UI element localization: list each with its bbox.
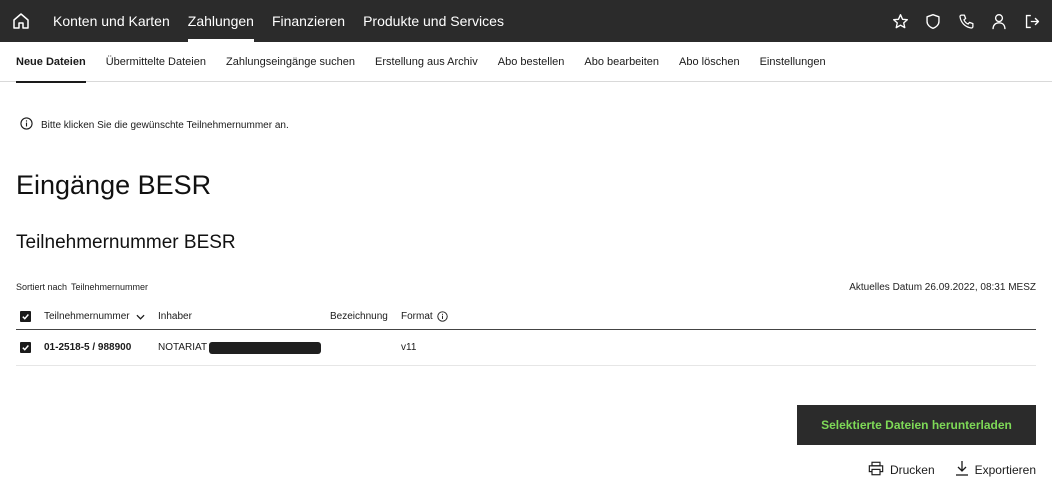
row-owner-text: NOTARIAT: [158, 342, 208, 353]
shield-icon[interactable]: [923, 11, 943, 31]
nav-zahlungen[interactable]: Zahlungen: [179, 0, 263, 42]
logout-icon[interactable]: [1022, 11, 1042, 31]
current-date: Aktuelles Datum 26.09.2022, 08:31 MESZ: [849, 282, 1036, 293]
info-icon: [20, 117, 33, 133]
column-header-nr[interactable]: Teilnehmernummer: [44, 311, 158, 322]
tab-abo-bearbeiten[interactable]: Abo bearbeiten: [574, 42, 669, 82]
phone-icon[interactable]: [956, 11, 976, 31]
table-row[interactable]: 01-2518-5 / 988900 NOTARIAT v11: [16, 330, 1036, 366]
sort-label: Sortiert nach: [16, 282, 68, 292]
user-icon[interactable]: [989, 11, 1009, 31]
export-label: Exportieren: [974, 462, 1036, 477]
printer-icon: [868, 461, 884, 479]
tab-einstellungen[interactable]: Einstellungen: [750, 42, 836, 82]
star-icon[interactable]: [890, 11, 910, 31]
column-header-format-label: Format: [401, 311, 433, 322]
page-title: Eingänge BESR: [16, 170, 212, 200]
main-navigation: Konten und Karten Zahlungen Finanzieren …: [44, 0, 513, 42]
tab-neue-dateien[interactable]: Neue Dateien: [6, 42, 96, 83]
tab-zahlungseingaenge-suchen[interactable]: Zahlungseingänge suchen: [216, 42, 365, 82]
nav-finanzieren[interactable]: Finanzieren: [263, 0, 354, 42]
export-button[interactable]: Exportieren: [955, 460, 1036, 479]
top-bar: Konten und Karten Zahlungen Finanzieren …: [0, 0, 1052, 42]
select-all-checkbox[interactable]: [20, 311, 31, 322]
home-icon[interactable]: [0, 0, 42, 42]
participant-table: Teilnehmernummer Inhaber Bezeichnung For…: [16, 304, 1036, 366]
footer-actions: Drucken Exportieren: [868, 460, 1036, 479]
tab-abo-bestellen[interactable]: Abo bestellen: [488, 42, 575, 82]
download-icon: [955, 460, 969, 479]
table-header: Teilnehmernummer Inhaber Bezeichnung For…: [16, 304, 1036, 330]
print-button[interactable]: Drucken: [868, 460, 935, 479]
nav-konten-und-karten[interactable]: Konten und Karten: [44, 0, 179, 42]
tab-erstellung-aus-archiv[interactable]: Erstellung aus Archiv: [365, 42, 488, 82]
tab-uebermittelte-dateien[interactable]: Übermittelte Dateien: [96, 42, 216, 82]
sort-info: Sortiert nach Teilnehmernummer: [16, 282, 148, 292]
format-info-icon[interactable]: [436, 311, 448, 322]
info-text: Bitte klicken Sie die gewünschte Teilneh…: [41, 119, 289, 131]
nav-produkte-und-services[interactable]: Produkte und Services: [354, 0, 513, 42]
section-title: Teilnehmernummer BESR: [16, 232, 236, 253]
download-selected-button[interactable]: Selektierte Dateien herunterladen: [797, 405, 1036, 445]
column-header-owner: Inhaber: [158, 311, 192, 322]
column-header-format: Format: [401, 311, 481, 322]
redaction-bar: [209, 341, 322, 354]
row-format: v11: [401, 342, 417, 353]
row-checkbox[interactable]: [20, 342, 31, 353]
chevron-down-icon[interactable]: [136, 314, 145, 320]
info-message: Bitte klicken Sie die gewünschte Teilneh…: [20, 117, 289, 133]
sub-navigation: Neue Dateien Übermittelte Dateien Zahlun…: [0, 42, 1052, 83]
top-actions: [890, 0, 1042, 42]
column-header-nr-label: Teilnehmernummer: [44, 311, 130, 322]
print-label: Drucken: [889, 462, 935, 477]
row-owner: NOTARIAT: [158, 341, 330, 354]
row-participant-number[interactable]: 01-2518-5 / 988900: [44, 342, 158, 353]
column-header-desc: Bezeichnung: [330, 311, 388, 322]
tab-abo-loeschen[interactable]: Abo löschen: [669, 42, 750, 82]
sort-value: Teilnehmernummer: [71, 282, 149, 292]
